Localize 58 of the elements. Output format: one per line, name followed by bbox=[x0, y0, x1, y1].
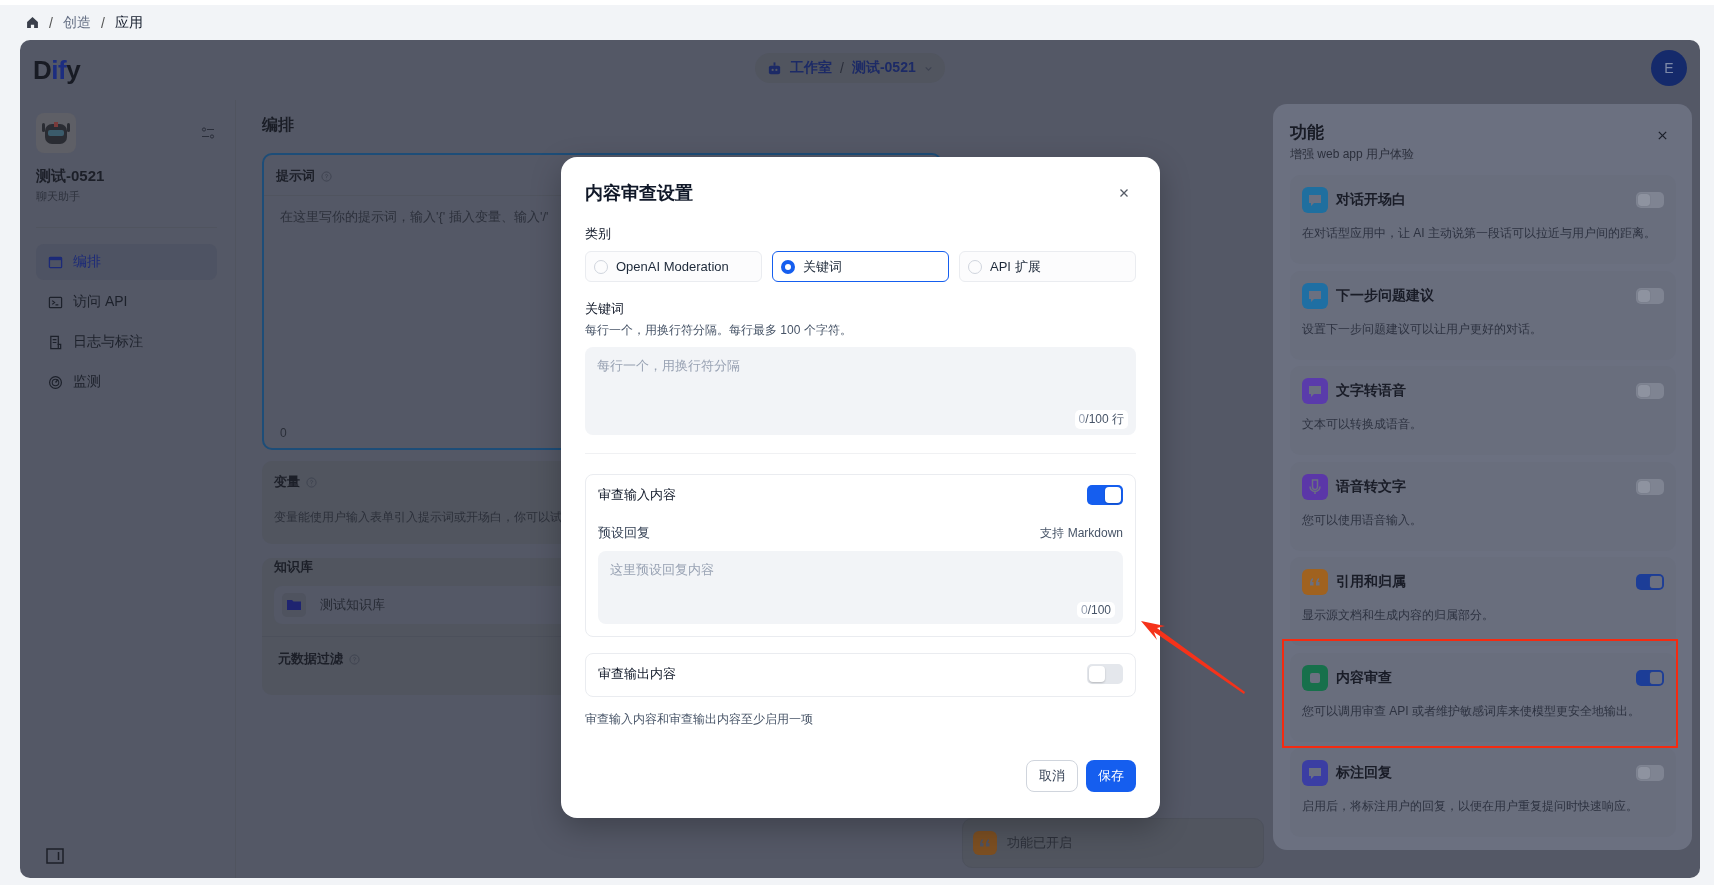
app-title: 测试-0521 bbox=[36, 167, 106, 186]
feature-title: 对话开场白 bbox=[1336, 191, 1407, 209]
feature-title: 标注回复 bbox=[1336, 764, 1393, 782]
toggle-switch[interactable] bbox=[1087, 664, 1123, 684]
panel-toggle-icon[interactable] bbox=[46, 848, 64, 864]
gauge-icon bbox=[48, 374, 63, 390]
output-review-label: 审查输出内容 bbox=[598, 665, 676, 683]
toggle-switch[interactable] bbox=[1087, 485, 1123, 505]
toggle-switch[interactable] bbox=[1636, 574, 1664, 590]
switcher-separator: / bbox=[840, 60, 844, 76]
dialog-title: 内容审查设置 bbox=[585, 182, 693, 205]
close-icon[interactable] bbox=[1657, 130, 1668, 141]
toggle-switch[interactable] bbox=[1636, 765, 1664, 781]
close-icon[interactable] bbox=[1118, 187, 1130, 199]
markdown-note: 支持 Markdown bbox=[1040, 524, 1123, 542]
line-counter: 0/100 行 bbox=[1074, 410, 1128, 429]
logo: Dify bbox=[33, 54, 81, 86]
toggle-switch[interactable] bbox=[1636, 383, 1664, 399]
panel-subtitle: 增强 web app 用户体验 bbox=[1290, 146, 1415, 163]
review-note: 审查输入内容和审查输出内容至少启用一项 bbox=[585, 711, 814, 728]
robot-icon bbox=[767, 60, 782, 76]
breadcrumb-link[interactable]: 创造 bbox=[62, 13, 91, 32]
folder-icon bbox=[282, 593, 306, 617]
feature-title: 下一步问题建议 bbox=[1336, 286, 1435, 305]
breadcrumb-current: 应用 bbox=[114, 13, 143, 32]
panel-title: 功能 bbox=[1290, 122, 1325, 144]
breadcrumb-separator: / bbox=[100, 14, 105, 31]
category-option[interactable]: OpenAI Moderation bbox=[585, 251, 762, 282]
character-counter: 0/100 bbox=[1076, 602, 1115, 618]
section-title: 编排 bbox=[262, 115, 295, 135]
toggle-switch[interactable] bbox=[1636, 478, 1664, 495]
category-option[interactable]: 关键词 bbox=[772, 251, 949, 282]
document-icon bbox=[48, 334, 63, 350]
prompt-label: 提示词 bbox=[276, 167, 315, 185]
home-icon[interactable] bbox=[26, 16, 39, 29]
quote-icon bbox=[973, 831, 997, 855]
toggle-switch[interactable] bbox=[1636, 669, 1664, 686]
category-option[interactable]: API 扩展 bbox=[959, 251, 1136, 282]
toggle-switch[interactable] bbox=[1636, 287, 1664, 304]
preset-reply-field[interactable]: 这里预设回复内容 0/100 bbox=[598, 551, 1123, 624]
feature-title: 语音转文字 bbox=[1336, 477, 1407, 496]
feature-title: 文字转语音 bbox=[1336, 382, 1407, 400]
user-avatar[interactable]: E bbox=[1651, 50, 1687, 86]
keywords-hint: 每行一个，用换行符分隔。每行最多 100 个字符。 bbox=[585, 322, 853, 339]
window-icon bbox=[48, 254, 63, 270]
settings-icon[interactable] bbox=[201, 126, 215, 140]
save-button[interactable]: 保存 bbox=[1086, 760, 1136, 792]
toggle-switch[interactable] bbox=[1636, 192, 1664, 208]
input-review-label: 审查输入内容 bbox=[598, 486, 676, 504]
breadcrumb-separator: / bbox=[49, 14, 53, 31]
feature-title: 引用和归属 bbox=[1336, 573, 1407, 591]
feature-title: 内容审查 bbox=[1336, 668, 1393, 687]
cancel-button[interactable]: 取消 bbox=[1026, 760, 1078, 792]
robot-avatar-icon bbox=[36, 113, 76, 153]
keywords-label: 关键词 bbox=[585, 300, 625, 318]
preset-reply-label: 预设回复 bbox=[598, 524, 650, 542]
terminal-icon bbox=[48, 294, 63, 310]
category-label: 类别 bbox=[585, 225, 612, 243]
